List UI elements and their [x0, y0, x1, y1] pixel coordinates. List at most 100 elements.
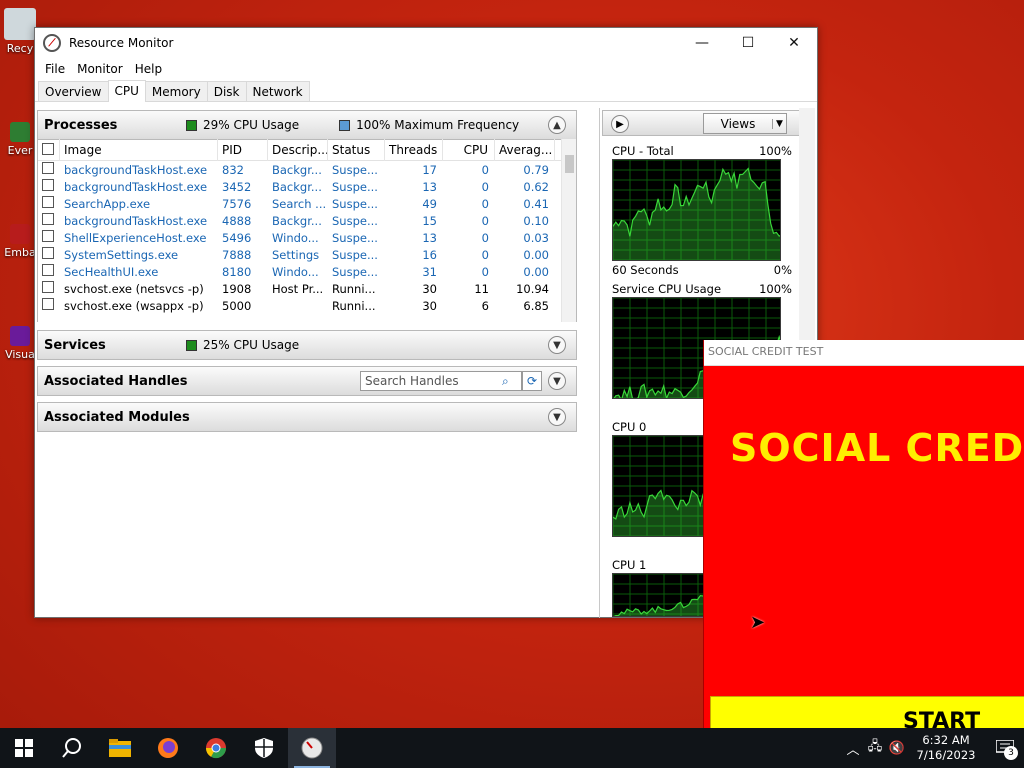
cell-average-cpu: 0.62	[523, 179, 549, 194]
row-checkbox[interactable]	[38, 298, 60, 313]
table-row[interactable]: ShellExperienceHost.exe 5496 Windo... Suspe…	[38, 229, 576, 246]
handles-header[interactable]: Associated Handles Search Handles ⌕ ⟳ ▼	[37, 366, 577, 396]
expand-down-icon[interactable]: ▼	[548, 372, 566, 390]
minimize-button[interactable]: —	[679, 28, 725, 58]
windows-start-icon[interactable]	[0, 728, 48, 768]
col-threads[interactable]: Threads	[385, 139, 443, 161]
row-checkbox[interactable]	[38, 281, 60, 296]
select-all-checkbox[interactable]	[38, 139, 60, 161]
cell-average-cpu: 0.03	[523, 230, 549, 245]
folder-icon	[109, 739, 131, 757]
graph-cpu-total: CPU - Total 100% 60 Seconds 0%	[612, 144, 792, 278]
cell-threads: 16	[422, 247, 437, 262]
menu-file[interactable]: File	[39, 62, 71, 76]
processes-title: Processes	[44, 117, 118, 133]
col-average-cpu[interactable]: Averag...	[495, 139, 555, 161]
table-row[interactable]: SystemSettings.exe 7888 Settings Suspe... 16…	[38, 246, 576, 263]
close-button[interactable]: ✕	[771, 28, 817, 58]
table-row[interactable]: backgroundTaskHost.exe 3452 Backgr... Suspe…	[38, 178, 576, 195]
processes-scrollbar[interactable]	[561, 139, 576, 322]
cell-threads: 15	[422, 213, 437, 228]
table-row[interactable]: backgroundTaskHost.exe 832 Backgr... Suspe.…	[38, 161, 576, 178]
title-bar[interactable]: ⟋ Resource Monitor — ☐ ✕	[35, 28, 817, 58]
security-shield-icon[interactable]	[240, 728, 288, 768]
chrome-icon[interactable]	[192, 728, 240, 768]
row-checkbox[interactable]	[38, 179, 60, 194]
modules-header[interactable]: Associated Modules ▼	[37, 402, 577, 432]
tab-memory[interactable]: Memory	[144, 81, 208, 101]
menu-help[interactable]: Help	[129, 62, 168, 76]
graph-title: CPU 0	[612, 420, 647, 434]
col-status[interactable]: Status	[328, 139, 385, 161]
notification-center-icon[interactable]: 3	[986, 728, 1024, 768]
processes-table: Image PID Descrip... Status Threads CPU …	[37, 139, 577, 322]
tab-overview[interactable]: Overview	[38, 81, 109, 101]
tab-cpu[interactable]: CPU	[107, 80, 146, 102]
collapse-up-icon[interactable]: ▲	[548, 116, 566, 134]
services-cpu-usage-text: 25% CPU Usage	[203, 338, 300, 352]
expand-down-icon[interactable]: ▼	[548, 408, 566, 426]
row-checkbox[interactable]	[38, 264, 60, 279]
cell-description: Windo...	[272, 230, 319, 245]
volume-muted-icon[interactable]: 🔇	[886, 741, 908, 756]
cell-status: Runni...	[332, 298, 376, 313]
table-row[interactable]: svchost.exe (netsvcs -p) 1908 Host Pr... Ru…	[38, 280, 576, 297]
shield-icon	[255, 738, 273, 758]
chevron-down-icon: ▼	[772, 118, 786, 129]
tab-network[interactable]: Network	[245, 81, 310, 101]
cell-threads: 31	[422, 264, 437, 279]
search-icon[interactable]: ⌕	[502, 374, 509, 389]
firefox-icon[interactable]	[144, 728, 192, 768]
expand-right-icon[interactable]: ▶	[611, 115, 629, 133]
cell-average-cpu: 0.00	[523, 247, 549, 262]
cell-image: backgroundTaskHost.exe	[64, 213, 208, 228]
cell-cpu: 6	[481, 298, 489, 313]
maximize-button[interactable]: ☐	[725, 28, 771, 58]
cell-average-cpu: 6.85	[523, 298, 549, 313]
table-row[interactable]: SearchApp.exe 7576 Search ... Suspe... 49 0 0.…	[38, 195, 576, 212]
scrollbar-thumb[interactable]	[565, 155, 574, 173]
social-credit-title-bar[interactable]: SOCIAL CREDIT TEST	[704, 340, 1024, 366]
row-checkbox[interactable]	[38, 196, 60, 211]
cell-status: Suspe...	[332, 247, 378, 262]
col-image[interactable]: Image	[60, 139, 218, 161]
file-explorer-icon[interactable]	[96, 728, 144, 768]
expand-down-icon[interactable]: ▼	[548, 336, 566, 354]
clock[interactable]: 6:32 AM 7/16/2023	[912, 733, 980, 763]
cell-average-cpu: 10.94	[516, 281, 549, 296]
col-cpu[interactable]: CPU	[443, 139, 495, 161]
menu-monitor[interactable]: Monitor	[71, 62, 129, 76]
col-description[interactable]: Descrip...	[268, 139, 328, 161]
row-checkbox[interactable]	[38, 213, 60, 228]
row-checkbox[interactable]	[38, 247, 60, 262]
col-pid[interactable]: PID	[218, 139, 268, 161]
max-frequency-swatch	[339, 119, 351, 131]
table-row[interactable]: backgroundTaskHost.exe 4888 Backgr... Suspe…	[38, 212, 576, 229]
tab-strip: Overview CPU Memory Disk Network	[35, 80, 817, 102]
cell-status: Suspe...	[332, 264, 378, 279]
cell-status: Suspe...	[332, 162, 378, 177]
resource-monitor-taskbar-icon[interactable]	[288, 728, 336, 768]
graph-min: 0%	[773, 263, 792, 277]
search-icon[interactable]	[48, 728, 96, 768]
chevron-up-icon[interactable]: ︿	[842, 739, 864, 758]
services-title: Services	[44, 337, 106, 353]
magnifier-icon	[62, 738, 81, 758]
table-row[interactable]: svchost.exe (wsappx -p) 5000 Runni... 30 6 6.…	[38, 297, 576, 314]
search-handles-input[interactable]: Search Handles	[360, 371, 522, 391]
table-row[interactable]: SecHealthUI.exe 8180 Windo... Suspe... 31 0 0.…	[38, 263, 576, 280]
modules-title: Associated Modules	[44, 409, 190, 425]
graph-footer: 60 Seconds 0%	[612, 263, 792, 278]
cell-pid: 8180	[222, 264, 252, 279]
refresh-icon[interactable]: ⟳	[522, 371, 542, 391]
processes-header[interactable]: Processes 29% CPU Usage 100% Maximum Fre…	[37, 110, 577, 140]
window-title: Resource Monitor	[69, 36, 174, 50]
services-header[interactable]: Services 25% CPU Usage ▼	[37, 330, 577, 360]
tab-disk[interactable]: Disk	[206, 81, 247, 101]
row-checkbox[interactable]	[38, 230, 60, 245]
row-checkbox[interactable]	[38, 162, 60, 177]
processes-max-frequency-text: 100% Maximum Frequency	[356, 118, 520, 132]
views-dropdown[interactable]: Views ▼	[703, 113, 787, 134]
graph-title: CPU - Total	[612, 144, 674, 158]
network-icon[interactable]: 🖧	[864, 737, 886, 759]
